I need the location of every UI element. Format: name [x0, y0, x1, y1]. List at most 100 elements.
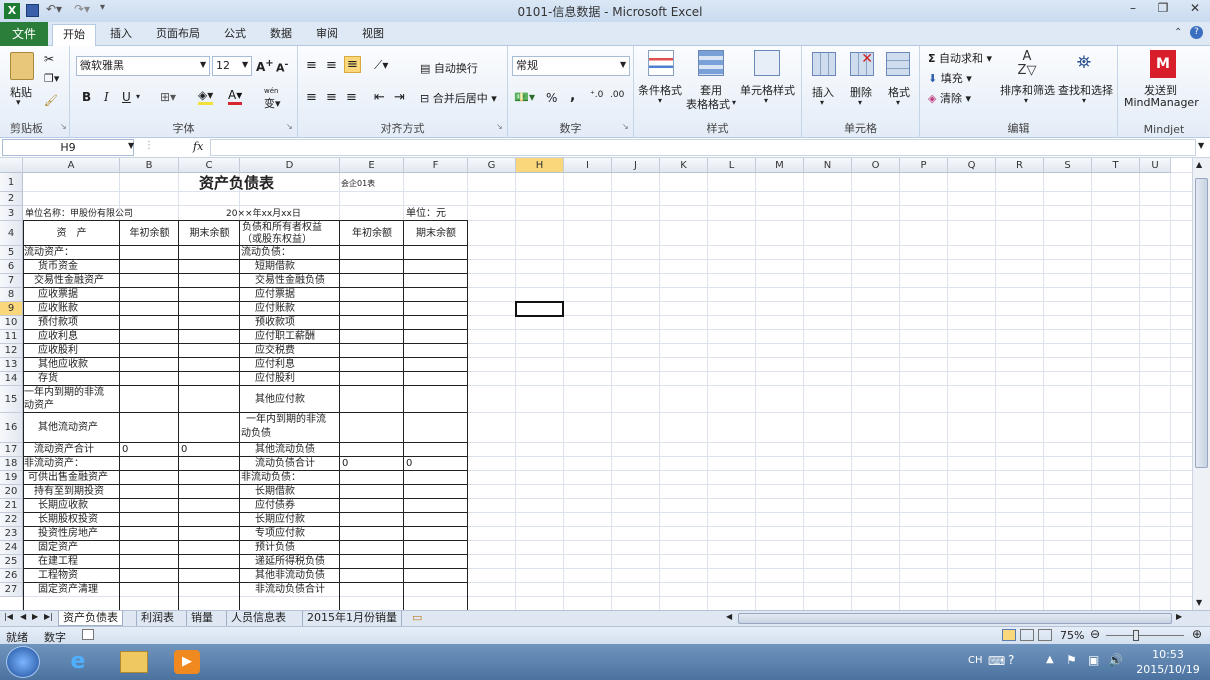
- insert-dropdown-icon[interactable]: ▾: [820, 98, 824, 107]
- shrink-font-icon[interactable]: A-: [276, 59, 288, 75]
- number-launcher-icon[interactable]: ↘: [622, 122, 629, 131]
- clear-button[interactable]: ◈ 清除 ▾: [928, 90, 971, 106]
- font-launcher-icon[interactable]: ↘: [286, 122, 293, 131]
- borders-icon[interactable]: ⊞▾: [160, 90, 176, 104]
- volume-icon[interactable]: 🔊: [1108, 653, 1123, 667]
- horizontal-scrollbar[interactable]: [738, 613, 1172, 624]
- fill-color-icon[interactable]: ◈▾: [198, 88, 214, 105]
- format-dropdown-icon[interactable]: ▾: [896, 98, 900, 107]
- name-box[interactable]: H9: [2, 139, 134, 156]
- row-header[interactable]: 26: [0, 569, 23, 583]
- column-header[interactable]: M: [756, 158, 804, 173]
- copy-icon[interactable]: ❐▾: [44, 72, 59, 85]
- clipboard-launcher-icon[interactable]: ↘: [60, 122, 67, 131]
- tab-review[interactable]: 审阅: [306, 24, 348, 46]
- column-header[interactable]: H: [516, 158, 564, 173]
- asset-item[interactable]: 流动资产：: [24, 247, 74, 259]
- form-number[interactable]: 会企01表: [341, 178, 375, 190]
- sheet-tab[interactable]: 2015年1月份销量: [302, 611, 402, 626]
- asset-item[interactable]: 存货: [38, 373, 58, 385]
- liability-item[interactable]: 应付账款: [255, 303, 295, 315]
- asset-item[interactable]: 应收利息: [38, 331, 78, 343]
- liability-item-cont[interactable]: 动负债: [241, 428, 271, 440]
- liability-item[interactable]: 非流动负债合计: [255, 584, 325, 596]
- liability-item[interactable]: 专项应付款: [255, 528, 305, 540]
- liability-item[interactable]: 其他非流动负债: [255, 570, 325, 582]
- liability-item[interactable]: 短期借款: [255, 261, 295, 273]
- worksheet-grid[interactable]: A B C D E F G H I J K L M N O P Q R S T U 1 2 3 4 5 6 7 8 9 10 11 12 13 14…: [0, 158, 1192, 610]
- phonetic-button[interactable]: wén 变▾: [264, 88, 281, 111]
- row-header[interactable]: 16: [0, 413, 23, 443]
- liability-item[interactable]: 应付债券: [255, 500, 295, 512]
- liability-item[interactable]: 应交税费: [255, 345, 295, 357]
- increase-decimal-icon[interactable]: ⁺.0: [590, 90, 603, 100]
- explorer-icon[interactable]: [120, 651, 148, 673]
- tab-view[interactable]: 视图: [352, 24, 394, 46]
- active-cell-h9[interactable]: [515, 301, 564, 317]
- sheet-nav-next-icon[interactable]: ▶: [32, 612, 38, 621]
- liability-item[interactable]: 预收款项: [255, 317, 295, 329]
- font-name-select[interactable]: 微软雅黑: [76, 56, 210, 76]
- align-left-icon[interactable]: ≡: [306, 90, 317, 105]
- liability-item[interactable]: 流动负债：: [241, 247, 291, 259]
- fill-button[interactable]: ⬇ 填充 ▾: [928, 70, 972, 86]
- row-header[interactable]: 11: [0, 330, 23, 344]
- row-header[interactable]: 25: [0, 555, 23, 569]
- asset-item[interactable]: 应收股利: [38, 345, 78, 357]
- cell-b17[interactable]: 0: [122, 444, 128, 456]
- asset-item[interactable]: 一年内到期的非流: [24, 387, 104, 399]
- align-top-icon[interactable]: ≡: [306, 58, 317, 73]
- column-header[interactable]: I: [564, 158, 612, 173]
- currency-icon[interactable]: 💵▾: [514, 90, 535, 104]
- asset-item[interactable]: 预付款项: [38, 317, 78, 329]
- format-table-dropdown-icon[interactable]: ▾: [732, 98, 736, 107]
- column-header[interactable]: F: [404, 158, 468, 173]
- grow-font-icon[interactable]: A+: [256, 58, 274, 74]
- asset-item[interactable]: 其他流动资产: [38, 422, 98, 434]
- column-header[interactable]: S: [1044, 158, 1092, 173]
- font-color-icon[interactable]: A▾: [228, 88, 243, 105]
- send-to-mindmanager-line2[interactable]: MindManager: [1124, 96, 1199, 109]
- header-end-balance-2[interactable]: 期末余额: [404, 228, 468, 240]
- row-header[interactable]: 22: [0, 513, 23, 527]
- asset-item[interactable]: 流动资产合计: [34, 444, 94, 456]
- cell-e18[interactable]: 0: [342, 458, 348, 470]
- header-assets[interactable]: 资 产: [23, 228, 120, 240]
- row-header[interactable]: 14: [0, 372, 23, 386]
- wrap-text-button[interactable]: ▤ 自动换行: [420, 60, 478, 76]
- liability-item[interactable]: 其他流动负债: [255, 444, 315, 456]
- corner-select-all[interactable]: [0, 158, 23, 173]
- paste-icon[interactable]: [10, 52, 34, 80]
- name-box-dropdown-icon[interactable]: ▼: [128, 141, 134, 150]
- liability-item[interactable]: 应付票据: [255, 289, 295, 301]
- header-end-balance[interactable]: 期末余额: [179, 228, 240, 240]
- row-header[interactable]: 24: [0, 541, 23, 555]
- row-header[interactable]: 3: [0, 206, 23, 221]
- align-bottom-icon[interactable]: ≡: [344, 56, 361, 73]
- liability-item[interactable]: 递延所得税负债: [255, 556, 325, 568]
- insert-function-icon[interactable]: fx: [193, 140, 203, 153]
- clock-date[interactable]: 2015/10/19: [1134, 663, 1202, 676]
- hscroll-left-icon[interactable]: ◀: [726, 612, 732, 621]
- tab-file[interactable]: 文件: [0, 22, 48, 46]
- zoom-out-icon[interactable]: ⊖: [1090, 627, 1100, 641]
- percent-button[interactable]: %: [546, 91, 557, 105]
- company-name[interactable]: 单位名称：甲股份有限公司: [25, 208, 133, 220]
- row-header[interactable]: 7: [0, 274, 23, 288]
- page-layout-view-icon[interactable]: [1020, 629, 1034, 641]
- column-header[interactable]: U: [1140, 158, 1171, 173]
- comma-button[interactable]: ,: [570, 88, 575, 104]
- liability-item[interactable]: 交易性金融负债: [255, 275, 325, 287]
- flag-icon[interactable]: ⚑: [1066, 653, 1077, 667]
- asset-item-cont[interactable]: 动资产: [24, 400, 54, 412]
- row-header[interactable]: 20: [0, 485, 23, 499]
- bold-button[interactable]: B: [82, 90, 91, 104]
- cell-f18[interactable]: 0: [406, 458, 412, 470]
- format-table-button-line2[interactable]: 表格格式: [686, 96, 730, 112]
- column-header[interactable]: P: [900, 158, 948, 173]
- number-format-select[interactable]: 常规: [512, 56, 630, 76]
- font-size-dropdown-icon[interactable]: ▼: [242, 60, 248, 69]
- liability-item[interactable]: 预计负债: [255, 542, 295, 554]
- sheet-title[interactable]: 资产负债表: [199, 174, 274, 192]
- column-header[interactable]: J: [612, 158, 660, 173]
